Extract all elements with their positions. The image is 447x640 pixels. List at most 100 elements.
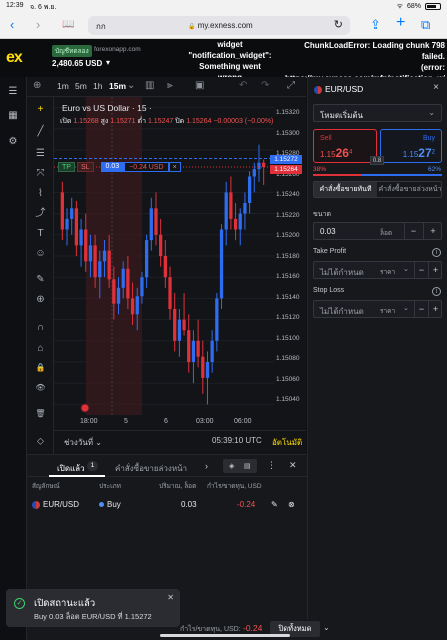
tab-open-positions[interactable]: เปิดแล้ว xyxy=(57,462,85,475)
stop-loss-unit[interactable]: ราคา xyxy=(380,306,395,316)
undo-icon[interactable]: ↶ xyxy=(239,80,247,91)
favorites-icon[interactable]: ⬦ xyxy=(33,435,48,449)
chart-type-icon[interactable]: ▥ xyxy=(145,80,154,91)
price-chart[interactable]: Euro vs US Dollar · 15 · เปิด 1.15268 สู… xyxy=(54,97,306,454)
volume-value[interactable]: 0.03 xyxy=(320,227,336,236)
layout-icon[interactable]: ▣ xyxy=(195,80,204,91)
magnet-icon[interactable]: ∩ xyxy=(33,321,48,335)
timeframe-15m[interactable]: 15m xyxy=(109,81,126,91)
wifi-icon: ᯤ xyxy=(396,3,403,10)
table-row[interactable]: EUR/USD Buy 0.03 -0.24 ✎ ⊗ xyxy=(27,496,307,514)
stop-loss-field[interactable]: ไม่ได้กำหนด ราคา ⌄ − + xyxy=(313,300,442,318)
close-icon[interactable]: ✕ xyxy=(167,593,174,602)
pattern-icon[interactable]: ⤧ xyxy=(33,167,48,181)
view-toggle[interactable]: ◈ ▤ xyxy=(223,459,257,473)
candlestick-plot[interactable] xyxy=(54,97,306,415)
more-menu-icon[interactable]: ⋮ xyxy=(267,460,276,471)
info-icon[interactable]: i xyxy=(432,287,441,296)
buy-button[interactable]: Buy 1.15272 xyxy=(380,129,442,163)
date-range-label: ช่วงวันที่ xyxy=(64,438,94,447)
gear-icon[interactable]: ⚙ xyxy=(5,135,21,149)
lock-icon: 🔒 xyxy=(188,24,196,30)
timeframe-5m[interactable]: 5m xyxy=(75,81,87,91)
chevron-down-icon[interactable]: ⌄ xyxy=(403,304,409,312)
brush-icon[interactable]: ⤴ xyxy=(33,207,48,221)
sl-tag[interactable]: SL xyxy=(76,161,94,172)
share-icon[interactable]: ⇪ xyxy=(370,17,381,33)
fib-icon[interactable]: ☰ xyxy=(33,147,48,161)
eye-icon[interactable]: 👁 xyxy=(33,381,48,395)
indicators-icon[interactable]: ⫸ xyxy=(167,80,173,91)
price-tick-label: 1.15160 xyxy=(276,273,300,280)
sell-button[interactable]: Sell 1.15264 xyxy=(313,129,377,163)
close-icon[interactable]: ✕ xyxy=(289,460,297,471)
close-position-icon[interactable]: ⊗ xyxy=(288,500,295,509)
timeframe-1m[interactable]: 1m xyxy=(57,81,69,91)
utc-clock[interactable]: 05:39:10 UTC xyxy=(212,436,262,445)
position-line[interactable]: TP SL 0.03 −0.24 USD × xyxy=(54,161,181,172)
take-profit-value[interactable]: ไม่ได้กำหนด xyxy=(320,266,364,279)
col-volume: ปริมาณ, ล็อต xyxy=(159,483,197,490)
zoom-in-icon[interactable]: ⊕ xyxy=(33,293,48,307)
bookmarks-icon[interactable]: 📖 xyxy=(62,17,74,33)
take-profit-field[interactable]: ไม่ได้กำหนด ราคา ⌄ − + xyxy=(313,261,442,279)
fullscreen-icon[interactable]: ⤢ xyxy=(287,80,295,91)
calendar-icon[interactable]: ▦ xyxy=(5,109,21,123)
date-range-button[interactable]: ช่วงวันที่ ⌄ xyxy=(64,436,102,449)
stop-loss-value[interactable]: ไม่ได้กำหนด xyxy=(320,305,364,318)
lock-drawings-icon[interactable]: ⌂ xyxy=(33,342,48,356)
timeframe-1h[interactable]: 1h xyxy=(93,81,102,91)
info-icon[interactable]: i xyxy=(432,248,441,257)
tab-market-order[interactable]: คำสั่งซื้อขายทันที xyxy=(314,182,377,197)
sl-increment-button[interactable]: + xyxy=(428,301,442,317)
tab-pending-order[interactable]: คำสั่งซื้อขายล่วงหน้า xyxy=(378,182,442,197)
prediction-icon[interactable]: ⌇ xyxy=(33,187,48,201)
price-axis[interactable]: 1.15320 1.15300 1.15280 1.15260 1.15240 1.152… xyxy=(274,97,306,422)
chevron-down-icon[interactable]: ⌄ xyxy=(127,80,135,91)
list-view-icon[interactable]: ▤ xyxy=(244,462,251,470)
chevron-right-icon[interactable]: › xyxy=(205,461,208,471)
redo-icon[interactable]: ↷ xyxy=(261,80,269,91)
account-balance[interactable]: 2,480.65 USD xyxy=(52,59,102,68)
volume-field[interactable]: 0.03 ล็อต − + xyxy=(313,222,442,240)
new-tab-button[interactable]: + xyxy=(396,15,405,31)
chevron-down-icon[interactable]: ▾ xyxy=(106,58,110,67)
emoji-icon[interactable]: ☺ xyxy=(33,247,48,261)
volume-unit: ล็อต xyxy=(380,230,393,237)
tabs-icon[interactable]: ⧉ xyxy=(421,17,430,33)
trendline-icon[interactable]: ╱ xyxy=(33,125,48,139)
sl-decrement-button[interactable]: − xyxy=(414,301,428,317)
chevron-down-icon[interactable]: ⌄ xyxy=(403,265,409,273)
exness-logo[interactable]: ex xyxy=(6,49,23,67)
forward-button[interactable]: › xyxy=(36,17,40,33)
lock-icon[interactable]: 🔒 xyxy=(33,361,48,375)
address-bar[interactable]: กก 🔒 my.exness.com ↻ xyxy=(88,16,350,35)
replay-marker-icon[interactable] xyxy=(80,403,90,413)
crosshair-icon[interactable]: + xyxy=(33,103,48,117)
tab-pending-orders[interactable]: คำสั่งซื้อขายล่วงหน้า xyxy=(115,462,187,475)
trash-icon[interactable]: 🗑 xyxy=(33,407,48,421)
close-position-icon[interactable]: × xyxy=(168,161,181,172)
volume-decrement-button[interactable]: − xyxy=(404,223,422,239)
close-icon[interactable]: × xyxy=(433,82,439,93)
grouped-view-icon[interactable]: ◈ xyxy=(229,462,234,470)
edit-icon[interactable]: ✎ xyxy=(271,500,278,509)
add-symbol-icon[interactable]: ⊕ xyxy=(33,80,41,91)
list-icon[interactable]: ☰ xyxy=(5,85,21,99)
ruler-icon[interactable]: ✎ xyxy=(33,273,48,287)
take-profit-unit[interactable]: ราคา xyxy=(380,267,395,277)
tp-decrement-button[interactable]: − xyxy=(414,262,428,278)
autoscale-button[interactable]: อัตโนมัติ xyxy=(272,436,302,449)
chevron-down-icon[interactable]: ⌄ xyxy=(323,623,330,632)
reload-icon[interactable]: ↻ xyxy=(334,18,343,31)
reader-aa-button[interactable]: กก xyxy=(96,20,106,33)
tp-increment-button[interactable]: + xyxy=(428,262,442,278)
order-mode-select[interactable]: โหมดเริ่มต้น ⌄ xyxy=(313,104,442,122)
position-lots-tag[interactable]: 0.03 xyxy=(100,161,125,172)
text-tool-icon[interactable]: T xyxy=(33,227,48,241)
tp-tag[interactable]: TP xyxy=(58,161,75,172)
home-indicator[interactable] xyxy=(160,634,290,637)
volume-increment-button[interactable]: + xyxy=(423,223,442,239)
time-axis[interactable]: 18:00 5 6 03:00 06:00 xyxy=(54,414,274,428)
back-button[interactable]: ‹ xyxy=(10,17,14,33)
